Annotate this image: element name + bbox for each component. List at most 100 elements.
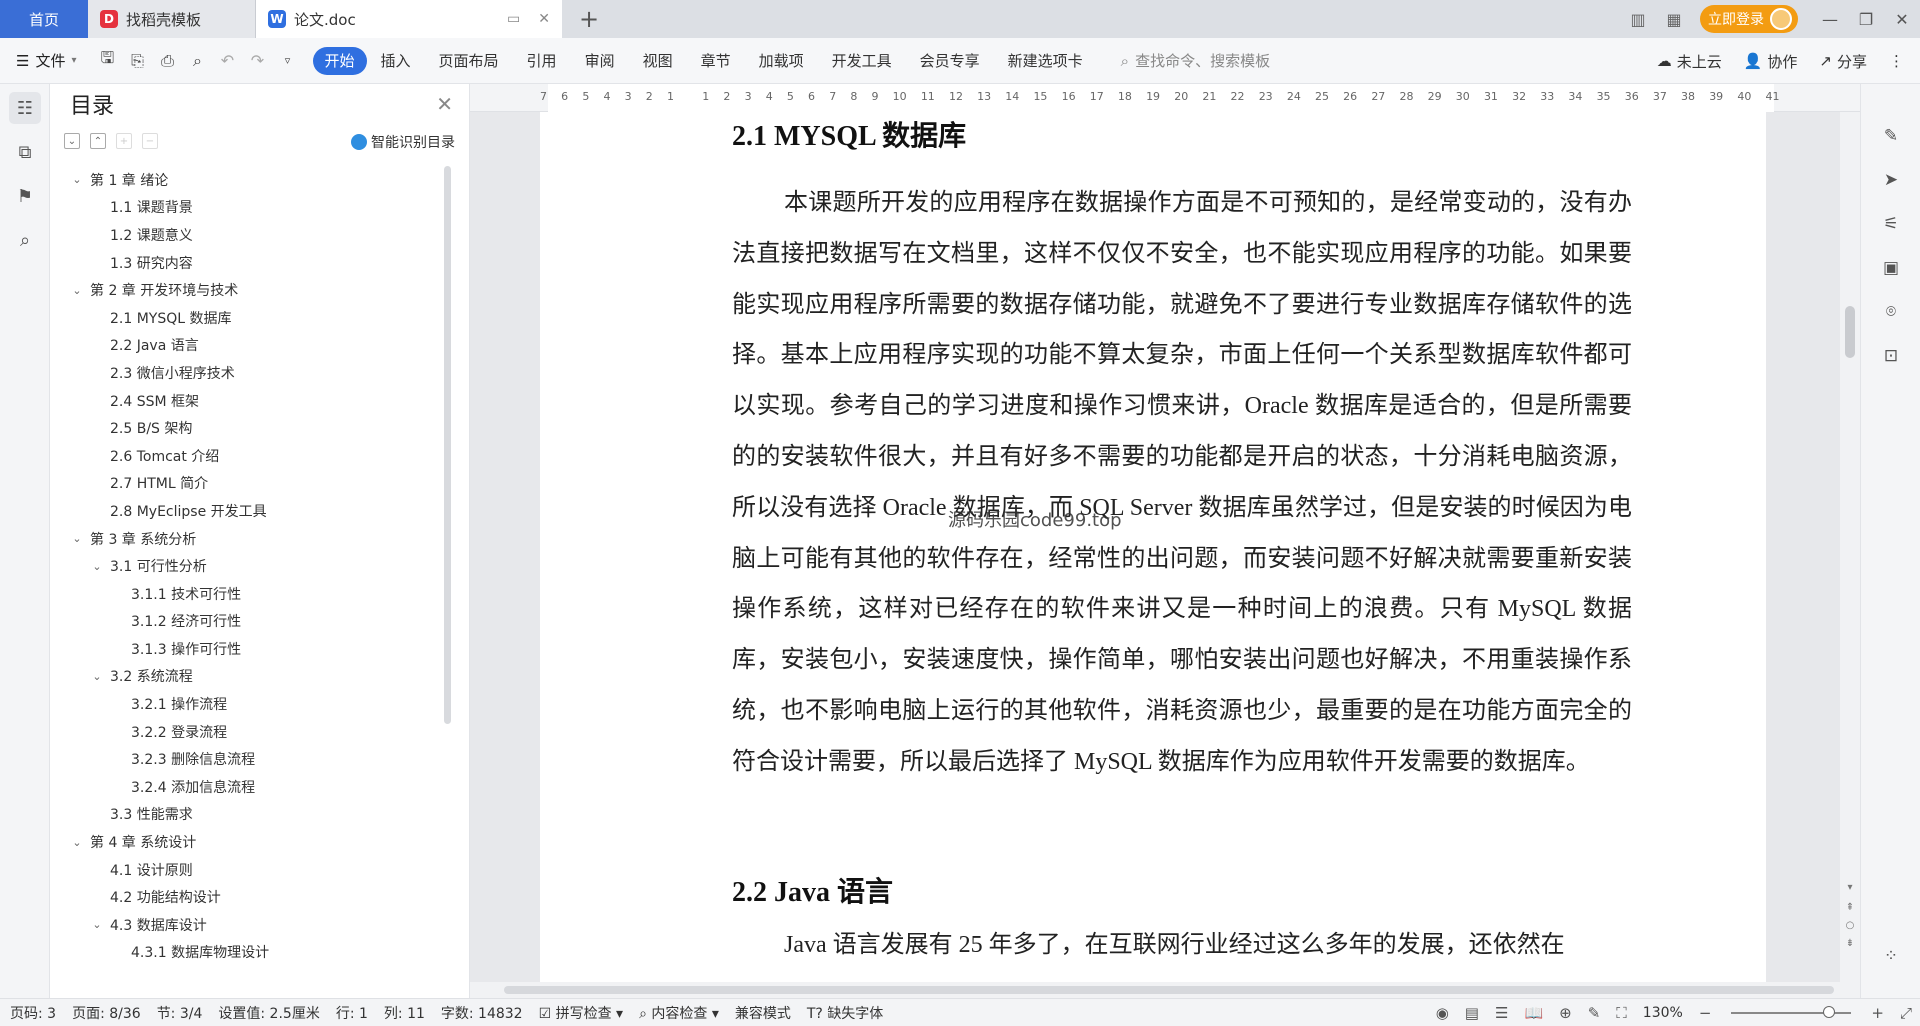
eye-protect-icon[interactable]: ◉ xyxy=(1436,1004,1449,1022)
undo-icon[interactable]: ↶ xyxy=(215,48,241,74)
scroll-down-icon[interactable]: ▾ xyxy=(1843,882,1857,893)
smart-toc-button[interactable]: 智能识别目录 xyxy=(351,132,455,152)
chevron-down-icon[interactable]: ⌄ xyxy=(90,918,104,931)
toc-item[interactable]: 3.2.1 操作流程 xyxy=(50,690,450,718)
status-wordcount[interactable]: 字数: 14832 xyxy=(441,1003,523,1023)
file-menu[interactable]: ☰ 文件 ▾ xyxy=(16,50,77,71)
image-tool-icon[interactable]: ▣ xyxy=(1879,256,1903,280)
toc-item[interactable]: 3.1.2 经济可行性 xyxy=(50,608,450,636)
web-view-icon[interactable]: ⊕ xyxy=(1559,1004,1572,1022)
navigation-pane-icon[interactable]: ⧉ xyxy=(9,136,41,168)
zoom-out-icon[interactable]: − xyxy=(1699,1004,1712,1022)
tab-references[interactable]: 引用 xyxy=(513,47,571,75)
chevron-down-icon[interactable]: ⌄ xyxy=(70,836,84,849)
location-icon[interactable]: ⌾ xyxy=(1879,300,1903,324)
toc-item[interactable]: ⌄ 4.3 数据库设计 xyxy=(50,911,450,939)
tab-template[interactable]: D 找稻壳模板 xyxy=(88,0,256,38)
toc-item[interactable]: 2.7 HTML 简介 xyxy=(50,470,450,498)
zoom-slider-thumb[interactable] xyxy=(1823,1006,1836,1018)
read-view-icon[interactable]: 📖 xyxy=(1524,1004,1543,1022)
tab-home[interactable]: 首页 xyxy=(0,0,88,38)
tab-member[interactable]: 会员专享 xyxy=(906,47,994,75)
adjust-sliders-icon[interactable]: ⚟ xyxy=(1879,212,1903,236)
toc-item[interactable]: 2.5 B/S 架构 xyxy=(50,414,450,442)
toc-item[interactable]: 3.2.4 添加信息流程 xyxy=(50,773,450,801)
read-mode-icon[interactable]: ⊡ xyxy=(1879,344,1903,368)
fit-page-icon[interactable]: ⛶ xyxy=(1616,1004,1627,1022)
toc-item[interactable]: 2.3 微信小程序技术 xyxy=(50,359,450,387)
toc-item[interactable]: 4.3.1 数据库物理设计 xyxy=(50,939,450,967)
browse-object-icon[interactable]: ○ xyxy=(1843,920,1857,931)
contentcheck-button[interactable]: ⌕ 内容检查 ▾ xyxy=(639,1003,719,1023)
horizontal-scrollbar[interactable] xyxy=(470,982,1860,998)
tab-document[interactable]: W 论文.doc ▭ ✕ xyxy=(256,0,562,38)
tab-new[interactable]: 新建选项卡 xyxy=(994,47,1097,75)
collab-button[interactable]: 👤 协作 xyxy=(1744,51,1798,72)
toc-item[interactable]: 3.3 性能需求 xyxy=(50,801,450,829)
toc-item[interactable]: ⌄ 第 1 章 绪论 xyxy=(50,166,450,194)
toc-item[interactable]: 1.3 研究内容 xyxy=(50,249,450,277)
tab-view[interactable]: 视图 xyxy=(629,47,687,75)
minimize-icon[interactable]: — xyxy=(1812,0,1848,38)
zoom-level[interactable]: 130% xyxy=(1643,1005,1683,1021)
outline-view-icon[interactable]: ☰ xyxy=(1495,1004,1508,1022)
spellcheck-button[interactable]: ☑ 拼写检查 ▾ xyxy=(539,1003,624,1023)
layout-icon[interactable]: ▥ xyxy=(1620,0,1656,38)
find-icon[interactable]: ⌕ xyxy=(9,224,41,256)
prev-page-icon[interactable]: ⇞ xyxy=(1843,902,1857,913)
toc-item[interactable]: 2.1 MYSQL 数据库 xyxy=(50,304,450,332)
toc-item[interactable]: ⌄ 3.2 系统流程 xyxy=(50,663,450,691)
chevron-down-icon[interactable]: ⌄ xyxy=(90,670,104,683)
toc-item[interactable]: 1.1 课题背景 xyxy=(50,194,450,222)
tab-insert[interactable]: 插入 xyxy=(367,47,425,75)
share-button[interactable]: ↗ 分享 xyxy=(1819,51,1867,72)
zoom-in-icon[interactable]: + xyxy=(1871,1004,1884,1022)
toc-item[interactable]: ⌄ 第 3 章 系统分析 xyxy=(50,525,450,553)
restore-icon[interactable]: ❐ xyxy=(1848,0,1884,38)
toc-item[interactable]: 3.2.3 删除信息流程 xyxy=(50,745,450,773)
toc-item[interactable]: 2.2 Java 语言 xyxy=(50,332,450,360)
command-search[interactable]: ⌕ 查找命令、搜索模板 xyxy=(1121,50,1270,71)
vertical-scrollbar[interactable]: ▾ ⇞ ○ ⇟ xyxy=(1840,112,1860,982)
print-icon[interactable]: ⎙ xyxy=(155,48,181,74)
remove-heading-icon[interactable]: − xyxy=(142,133,158,149)
missing-font-button[interactable]: T? 缺失字体 xyxy=(807,1003,883,1023)
customize-chevron-icon[interactable]: ▿ xyxy=(275,48,301,74)
tab-section[interactable]: 章节 xyxy=(687,47,745,75)
toc-item[interactable]: 4.1 设计原则 xyxy=(50,856,450,884)
tab-close-icon[interactable]: ✕ xyxy=(538,11,550,27)
toc-item[interactable]: 1.2 课题意义 xyxy=(50,221,450,249)
print-preview-icon[interactable]: ⌕ xyxy=(185,48,211,74)
toc-item[interactable]: ⌄ 第 2 章 开发环境与技术 xyxy=(50,276,450,304)
edit-pen-icon[interactable]: ✎ xyxy=(1879,124,1903,148)
toc-icon[interactable]: ☷ xyxy=(9,92,41,124)
tab-review[interactable]: 审阅 xyxy=(571,47,629,75)
toc-item[interactable]: 2.8 MyEclipse 开发工具 xyxy=(50,497,450,525)
chevron-down-icon[interactable]: ⌄ xyxy=(90,560,104,573)
toc-item[interactable]: 2.6 Tomcat 介绍 xyxy=(50,442,450,470)
fullscreen-icon[interactable]: ⤢ xyxy=(1900,1004,1912,1022)
toc-item[interactable]: 3.1.3 操作可行性 xyxy=(50,635,450,663)
vertical-scroll-thumb[interactable] xyxy=(1845,306,1855,358)
horizontal-scroll-thumb[interactable] xyxy=(504,986,1834,994)
status-page[interactable]: 页面: 8/36 xyxy=(72,1003,141,1023)
chevron-down-icon[interactable]: ⌄ xyxy=(70,284,84,297)
more-options-icon[interactable]: ⁘ xyxy=(1879,944,1903,968)
toc-item[interactable]: 2.4 SSM 框架 xyxy=(50,387,450,415)
document-page[interactable]: 2.1 MYSQL 数据库 本课题所开发的应用程序在数据操作方面是不可预知的，是… xyxy=(540,112,1766,982)
bookmark-icon[interactable]: ⚑ xyxy=(9,180,41,212)
close-window-icon[interactable]: ✕ xyxy=(1884,0,1920,38)
chevron-down-icon[interactable]: ⌄ xyxy=(70,173,84,186)
write-mode-icon[interactable]: ✎ xyxy=(1588,1004,1601,1022)
chevron-down-icon[interactable]: ⌄ xyxy=(70,532,84,545)
login-button[interactable]: 立即登录 xyxy=(1700,5,1798,33)
toc-item[interactable]: 4.2 功能结构设计 xyxy=(50,883,450,911)
new-tab-button[interactable]: + xyxy=(574,4,604,34)
cloud-status[interactable]: ☁ 未上云 xyxy=(1657,51,1722,72)
toc-item[interactable]: 3.2.2 登录流程 xyxy=(50,718,450,746)
zoom-slider[interactable] xyxy=(1731,1006,1852,1018)
toc-item[interactable]: 3.1.1 技术可行性 xyxy=(50,580,450,608)
toc-item[interactable]: ⌄ 3.1 可行性分析 xyxy=(50,552,450,580)
page-view-icon[interactable]: ▤ xyxy=(1465,1004,1479,1022)
save-icon[interactable]: 🖫 xyxy=(95,48,121,74)
